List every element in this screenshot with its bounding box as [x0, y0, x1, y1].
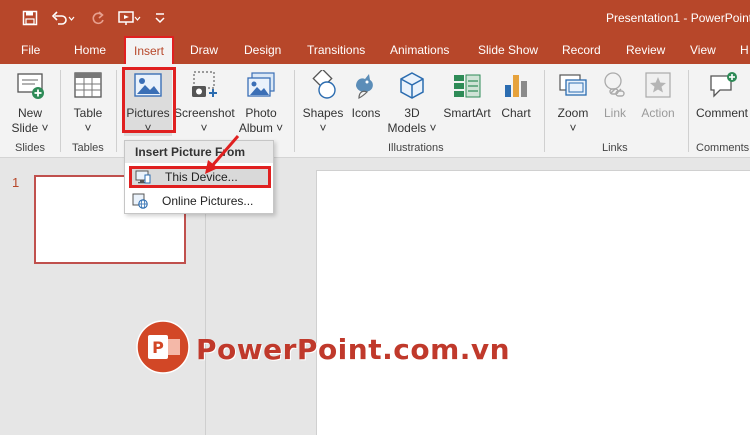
watermark-text: PowerPoint.com.vn: [196, 333, 511, 366]
svg-text:P: P: [152, 338, 164, 357]
powerpoint-logo: P: [136, 320, 190, 374]
annotation-arrow: [205, 135, 240, 174]
